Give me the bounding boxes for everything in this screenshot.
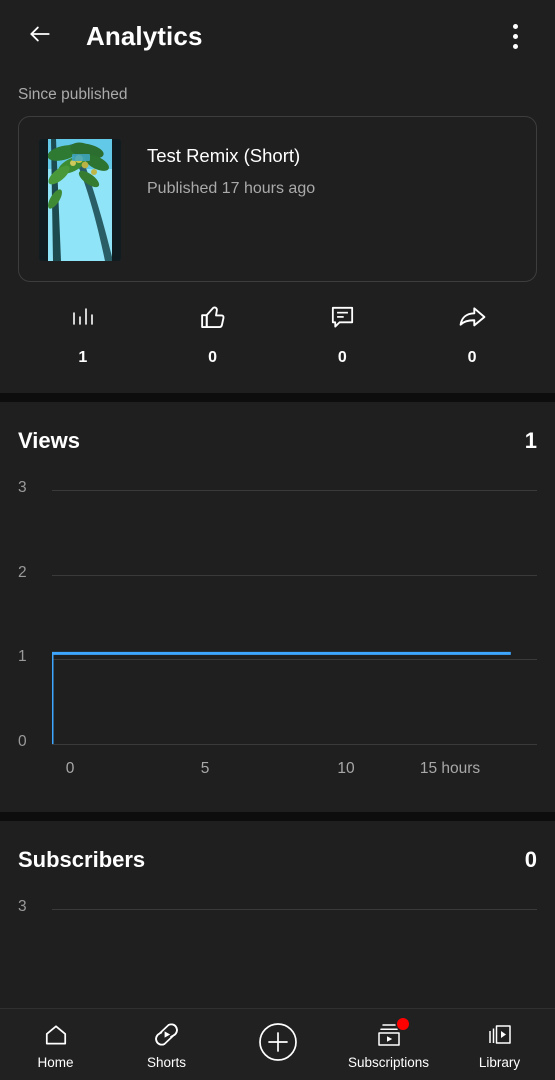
nav-label: Home <box>37 1054 74 1070</box>
y-axis-tick: 2 <box>18 564 27 581</box>
video-published-date: Published 17 hours ago <box>147 180 316 198</box>
views-header: Views 1 <box>18 402 537 454</box>
views-chart[interactable]: 3 2 1 0 0 5 10 15 hours <box>18 472 537 777</box>
y-axis-tick: 3 <box>18 479 27 496</box>
views-total: 1 <box>524 428 537 453</box>
app-bar: Analytics <box>0 0 555 72</box>
x-axis-tick: 0 <box>65 760 75 777</box>
stat-comments[interactable]: 0 <box>278 300 408 367</box>
x-axis-tick: 10 <box>337 760 355 777</box>
nav-item-subscriptions[interactable]: Subscriptions <box>333 1009 444 1080</box>
bottom-navigation: Home Shorts Subscriptions Library <box>0 1008 555 1080</box>
video-thumbnail <box>39 139 121 261</box>
stat-shares[interactable]: 0 <box>407 300 537 367</box>
subscribers-header: Subscribers 0 <box>18 821 537 873</box>
period-label: Since published <box>18 86 128 103</box>
nav-label: Subscriptions <box>347 1054 430 1070</box>
views-plot-area <box>52 472 527 744</box>
comment-icon <box>328 300 357 334</box>
more-options-button[interactable] <box>493 14 537 58</box>
create-plus-icon <box>257 1023 299 1061</box>
library-icon <box>486 1020 514 1050</box>
stat-value: 0 <box>337 349 347 366</box>
nav-label: Shorts <box>146 1054 187 1070</box>
video-card[interactable]: Test Remix (Short) Published 17 hours ag… <box>18 116 537 282</box>
video-meta: Test Remix (Short) Published 17 hours ag… <box>147 139 315 198</box>
thumbs-up-icon <box>198 300 228 334</box>
grid-line <box>52 744 537 745</box>
subscribers-title: Subscribers <box>18 847 146 872</box>
x-axis-tick: 15 hours <box>419 760 481 777</box>
nav-item-home[interactable]: Home <box>0 1009 111 1080</box>
nav-item-library[interactable]: Library <box>444 1009 555 1080</box>
stat-views[interactable]: 1 <box>18 300 148 367</box>
more-vertical-icon <box>512 23 518 49</box>
y-axis-tick: 3 <box>18 898 27 915</box>
arrow-left-icon <box>27 21 53 52</box>
bar-chart-icon <box>68 300 98 334</box>
shorts-icon <box>153 1020 180 1050</box>
palm-trees-sky-thumbnail <box>39 139 121 261</box>
views-title: Views <box>18 428 80 453</box>
stats-row: 1 0 0 0 <box>0 282 555 393</box>
share-icon <box>457 300 488 334</box>
nav-item-create[interactable] <box>222 1009 333 1080</box>
home-icon <box>43 1020 69 1050</box>
subscribers-section: Subscribers 0 3 <box>0 821 555 1011</box>
x-axis-tick: 5 <box>200 760 210 777</box>
gridline-3: 3 <box>18 898 537 915</box>
back-button[interactable] <box>18 14 62 58</box>
y-axis-tick: 1 <box>18 648 27 665</box>
y-axis-tick: 0 <box>18 733 27 750</box>
subscribers-chart[interactable]: 3 <box>18 891 537 1011</box>
views-section: Views 1 3 2 1 0 0 5 10 15 hours <box>0 402 555 777</box>
nav-label: Library <box>478 1054 521 1070</box>
nav-item-shorts[interactable]: Shorts <box>111 1009 222 1080</box>
subscribers-total: 0 <box>524 847 537 872</box>
notification-badge <box>396 1017 409 1030</box>
stat-value: 0 <box>208 349 218 366</box>
stat-likes[interactable]: 0 <box>148 300 278 367</box>
video-title: Test Remix (Short) <box>147 145 301 166</box>
views-line-series <box>52 472 527 744</box>
gridline-0: 0 <box>18 733 537 750</box>
section-divider-2 <box>0 812 555 821</box>
page-title: Analytics <box>86 20 203 51</box>
subscriptions-icon <box>375 1017 409 1050</box>
section-divider <box>0 393 555 402</box>
stat-value: 0 <box>467 349 477 366</box>
stat-value: 1 <box>78 349 88 366</box>
grid-line <box>52 909 537 910</box>
